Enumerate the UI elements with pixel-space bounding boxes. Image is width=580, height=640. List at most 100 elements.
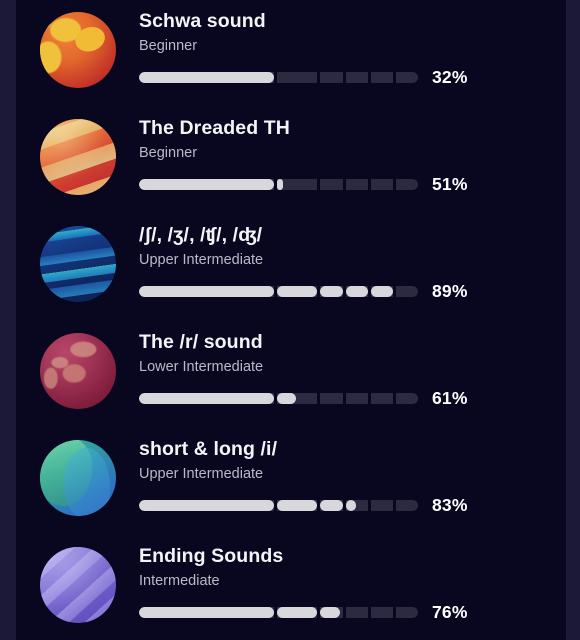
progress-segment-fill	[276, 286, 318, 297]
lesson-planet-avatar	[40, 226, 116, 302]
lesson-level-label: Beginner	[139, 38, 198, 54]
lesson-planet-avatar	[40, 333, 116, 409]
progress-segment	[345, 607, 368, 618]
lesson-title: /ʃ/, /ʒ/, /ʧ/, /ʤ/	[139, 224, 263, 246]
progress-segment-fill	[345, 286, 368, 297]
progress-segment	[276, 393, 318, 404]
progress-segment-fill	[139, 286, 274, 297]
lesson-percent-label: 61%	[432, 388, 468, 408]
progress-segment	[139, 393, 274, 404]
progress-segment-fill	[139, 607, 274, 618]
progress-segment	[370, 179, 393, 190]
lesson-row[interactable]: Ending Sounds Intermediate 76%	[16, 535, 566, 640]
lesson-level-label: Upper Intermediate	[139, 466, 264, 482]
progress-segment-fill	[139, 72, 274, 83]
progress-segment	[276, 500, 318, 511]
lesson-percent-label: 89%	[432, 281, 468, 301]
lesson-progress-row: 83%	[139, 495, 566, 516]
progress-segment-fill	[276, 179, 283, 190]
lesson-row[interactable]: /ʃ/, /ʒ/, /ʧ/, /ʤ/Upper Intermediate 89%	[16, 214, 566, 321]
lesson-percent-label: 83%	[432, 495, 468, 515]
planet-mars-icon	[40, 12, 116, 88]
progress-segment-fill	[320, 500, 343, 511]
lesson-level-label: Beginner	[139, 145, 198, 161]
planet-crimson-icon	[40, 333, 116, 409]
progress-segment-fill	[276, 393, 297, 404]
segmented-progress-bar	[139, 286, 418, 297]
progress-segment-fill	[139, 500, 274, 511]
progress-segment	[345, 286, 368, 297]
progress-segment	[370, 607, 393, 618]
segmented-progress-bar	[139, 607, 418, 618]
lesson-progress-row: 89%	[139, 281, 566, 302]
progress-segment	[139, 72, 274, 83]
progress-segment	[395, 393, 418, 404]
lesson-info: Schwa sound Beginner 32%	[116, 0, 566, 88]
lesson-progress-screen: Schwa sound Beginner 32% The Dreaded TH Begi…	[0, 0, 580, 640]
lesson-level-label: Intermediate	[139, 573, 220, 589]
lesson-progress-row: 61%	[139, 388, 566, 409]
lesson-level-label: Lower Intermediate	[139, 359, 264, 375]
progress-segment	[320, 500, 343, 511]
progress-segment-fill	[370, 286, 393, 297]
progress-segment-fill	[320, 286, 343, 297]
progress-segment	[395, 72, 418, 83]
lesson-planet-avatar	[40, 547, 116, 623]
lesson-title: Ending Sounds	[139, 545, 284, 567]
progress-segment	[345, 179, 368, 190]
lesson-row[interactable]: short & long /i/Upper Intermediate 83%	[16, 428, 566, 535]
progress-segment	[345, 500, 368, 511]
lesson-row[interactable]: The /r/ sound Lower Intermediate 61%	[16, 321, 566, 428]
progress-segment	[370, 286, 393, 297]
progress-segment-fill	[139, 179, 274, 190]
progress-segment	[139, 607, 274, 618]
progress-segment	[320, 286, 343, 297]
lesson-row[interactable]: Schwa sound Beginner 32%	[16, 0, 566, 107]
progress-segment	[370, 72, 393, 83]
lesson-planet-avatar	[40, 12, 116, 88]
progress-segment	[139, 500, 274, 511]
lesson-info: The Dreaded TH Beginner 51%	[116, 107, 566, 195]
segmented-progress-bar	[139, 393, 418, 404]
progress-segment	[395, 179, 418, 190]
planet-sunset-icon	[40, 119, 116, 195]
progress-segment-fill	[276, 607, 318, 618]
progress-segment-fill	[320, 607, 341, 618]
lesson-percent-label: 76%	[432, 602, 468, 622]
lesson-planet-avatar	[40, 440, 116, 516]
progress-segment	[276, 286, 318, 297]
progress-segment	[276, 607, 318, 618]
segmented-progress-bar	[139, 179, 418, 190]
lesson-list[interactable]: Schwa sound Beginner 32% The Dreaded TH Begi…	[16, 0, 566, 640]
progress-segment-fill	[276, 500, 318, 511]
planet-purple-icon	[40, 547, 116, 623]
lesson-progress-row: 51%	[139, 174, 566, 195]
lesson-progress-row: 76%	[139, 602, 566, 623]
progress-segment	[345, 393, 368, 404]
progress-segment	[370, 500, 393, 511]
progress-segment	[320, 393, 343, 404]
progress-segment	[276, 72, 318, 83]
progress-segment	[320, 607, 343, 618]
progress-segment	[139, 286, 274, 297]
lesson-title: short & long /i/	[139, 438, 278, 460]
segmented-progress-bar	[139, 72, 418, 83]
planet-blue-icon	[40, 226, 116, 302]
lesson-progress-row: 32%	[139, 67, 566, 88]
lesson-planet-avatar	[40, 119, 116, 195]
progress-segment	[139, 179, 274, 190]
planet-teal-icon	[40, 440, 116, 516]
lesson-row[interactable]: The Dreaded TH Beginner 51%	[16, 107, 566, 214]
progress-segment	[320, 179, 343, 190]
lesson-percent-label: 51%	[432, 174, 468, 194]
progress-segment	[370, 393, 393, 404]
progress-segment	[276, 179, 318, 190]
lesson-info: Ending Sounds Intermediate 76%	[116, 535, 566, 623]
progress-segment	[395, 286, 418, 297]
lesson-title: Schwa sound	[139, 10, 266, 32]
progress-segment-fill	[345, 500, 356, 511]
lesson-percent-label: 32%	[432, 67, 468, 87]
lesson-title: The Dreaded TH	[139, 117, 290, 139]
progress-segment	[395, 500, 418, 511]
lesson-level-label: Upper Intermediate	[139, 252, 264, 268]
